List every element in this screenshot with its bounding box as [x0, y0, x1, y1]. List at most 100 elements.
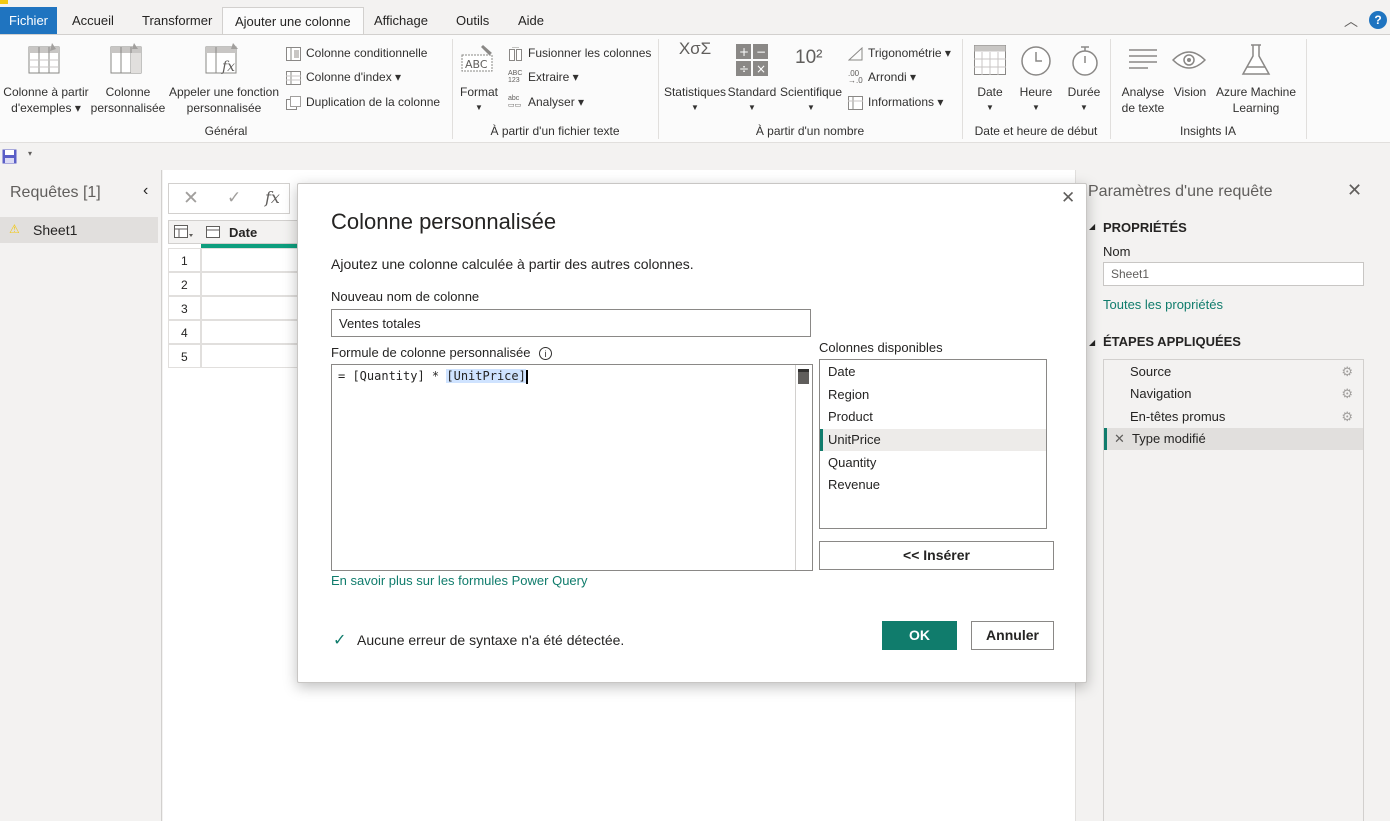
list-item[interactable]: Date — [828, 361, 855, 383]
duration-button[interactable]: Durée ▼ — [1062, 84, 1106, 116]
fx-icon[interactable]: fx — [265, 188, 280, 207]
row-number[interactable]: 4 — [168, 320, 201, 344]
customize-toolbar-icon[interactable]: ▾ — [28, 149, 32, 158]
queries-pane: Requêtes [1] ‹ ⚠ Sheet1 — [0, 170, 162, 821]
table-row[interactable] — [201, 344, 298, 368]
column-from-examples-icon — [28, 43, 62, 78]
tab-affichage[interactable]: Affichage — [362, 7, 440, 34]
list-item[interactable]: UnitPrice — [828, 429, 881, 451]
formula-label-row: Formule de colonne personnalisée i — [331, 345, 553, 360]
duration-dropdown-icon: ▼ — [1080, 103, 1088, 112]
time-button[interactable]: Heure ▼ — [1014, 84, 1058, 116]
conditional-column-button[interactable]: Colonne conditionnelle — [286, 42, 427, 64]
help-icon[interactable]: ? — [1369, 11, 1387, 29]
step-changed-type[interactable]: ✕ Type modifié — [1104, 428, 1363, 450]
table-menu-icon[interactable] — [174, 225, 194, 244]
collapse-ribbon-icon[interactable]: ︿ — [1344, 11, 1358, 31]
row-number[interactable]: 5 — [168, 344, 201, 368]
scientific-button[interactable]: Scientifique ▼ — [779, 84, 843, 116]
step-promoted-headers[interactable]: En-têtes promus ⚙ — [1105, 406, 1363, 428]
collapse-pane-icon[interactable]: ‹ — [143, 182, 148, 200]
format-button[interactable]: Format ▼ — [456, 84, 502, 116]
formula-scrollbar[interactable] — [795, 365, 812, 570]
query-settings-title: Paramètres d'une requête — [1088, 183, 1273, 200]
statistics-button[interactable]: Statistiques ▼ — [662, 84, 728, 116]
tab-accueil[interactable]: Accueil — [60, 7, 126, 34]
tab-fichier[interactable]: Fichier — [0, 7, 58, 34]
collapse-properties-icon[interactable]: ◢ — [1089, 222, 1095, 231]
cancel-button[interactable]: Annuler — [971, 621, 1054, 650]
parse-button[interactable]: abc ▭▭ Analyser ▾ — [508, 91, 584, 113]
step-source[interactable]: Source ⚙ — [1105, 361, 1363, 383]
collapse-steps-icon[interactable]: ◢ — [1089, 338, 1095, 347]
table-row[interactable] — [201, 248, 298, 272]
minimap-thumb[interactable] — [798, 369, 809, 384]
azure-ml-button[interactable]: Azure Machine Learning — [1212, 84, 1300, 116]
step-navigation[interactable]: Navigation ⚙ — [1105, 383, 1363, 405]
date-type-icon[interactable] — [206, 226, 221, 244]
svg-text:×: × — [756, 62, 766, 76]
info-icon[interactable]: i — [539, 347, 553, 360]
list-item[interactable]: Quantity — [828, 452, 876, 474]
rounding-button[interactable]: .00 →.0 Arrondi ▾ — [848, 66, 916, 88]
query-item-sheet1[interactable]: ⚠ Sheet1 — [0, 217, 158, 243]
formula-editor[interactable]: = [Quantity] * [UnitPrice] — [331, 364, 813, 571]
gear-icon[interactable]: ⚙ — [1341, 365, 1353, 379]
table-row[interactable] — [201, 272, 298, 296]
tab-ajouter-colonne[interactable]: Ajouter une colonne — [222, 7, 364, 35]
dialog-description: Ajoutez une colonne calculée à partir de… — [331, 256, 694, 272]
list-item[interactable]: Revenue — [828, 474, 880, 496]
date-button[interactable]: Date ▼ — [968, 84, 1012, 116]
learn-more-link[interactable]: En savoir plus sur les formules Power Qu… — [331, 573, 587, 588]
save-icon[interactable] — [2, 149, 17, 169]
invoke-function-label-2: personnalisée — [186, 101, 262, 115]
index-column-button[interactable]: Colonne d'index ▾ — [286, 66, 401, 88]
list-item[interactable]: Product — [828, 406, 873, 428]
insert-button[interactable]: << Insérer — [819, 541, 1054, 570]
gear-icon[interactable]: ⚙ — [1341, 387, 1353, 401]
standard-button[interactable]: Standard ▼ — [727, 84, 777, 116]
all-properties-link[interactable]: Toutes les propriétés — [1103, 297, 1223, 312]
row-number[interactable]: 1 — [168, 248, 201, 272]
vision-icon — [1171, 49, 1207, 74]
date-icon — [974, 45, 1006, 78]
invoke-function-button[interactable]: Appeler une fonction personnalisée — [166, 84, 282, 116]
svg-text:ABC: ABC — [465, 58, 488, 71]
merge-columns-button[interactable]: Fusionner les colonnes — [508, 42, 651, 64]
column-from-examples-button[interactable]: Colonne à partir d'exemples ▾ — [2, 84, 90, 116]
close-pane-icon[interactable]: ✕ — [1347, 180, 1362, 201]
duplicate-column-button[interactable]: Duplication de la colonne — [286, 91, 440, 113]
index-column-icon — [286, 70, 301, 85]
tab-outils[interactable]: Outils — [444, 7, 501, 34]
commit-formula-icon[interactable]: ✓ — [227, 188, 241, 208]
query-name-input[interactable] — [1103, 262, 1364, 286]
column-header-date[interactable]: Date — [229, 225, 257, 240]
custom-column-button[interactable]: Colonne personnalisée — [90, 84, 166, 116]
close-dialog-icon[interactable]: ✕ — [1061, 188, 1075, 208]
scientific-icon: 10² — [795, 47, 823, 68]
svg-text:fx: fx — [221, 59, 235, 75]
information-button[interactable]: Informations ▾ — [848, 91, 943, 113]
cancel-formula-icon[interactable]: ✕ — [183, 187, 199, 210]
formula-selected-token: [UnitPrice] — [446, 369, 526, 383]
column-name-input[interactable] — [331, 309, 811, 337]
text-analytics-button[interactable]: Analyse de texte — [1118, 84, 1168, 116]
scientific-dropdown-icon: ▼ — [807, 103, 815, 112]
column-name-label: Nouveau nom de colonne — [331, 289, 480, 304]
extract-button[interactable]: ABC 123 Extraire ▾ — [508, 66, 579, 88]
ok-button[interactable]: OK — [882, 621, 957, 650]
invoke-function-icon: fx — [205, 43, 241, 78]
step-label: Type modifié — [1132, 431, 1206, 446]
tab-transformer[interactable]: Transformer — [130, 7, 224, 34]
formula-text: = [Quantity] * [UnitPrice] — [338, 369, 528, 384]
table-row[interactable] — [201, 320, 298, 344]
tab-aide[interactable]: Aide — [506, 7, 556, 34]
gear-icon[interactable]: ⚙ — [1341, 410, 1353, 424]
row-number[interactable]: 2 — [168, 272, 201, 296]
row-number[interactable]: 3 — [168, 296, 201, 320]
table-row[interactable] — [201, 296, 298, 320]
vision-button[interactable]: Vision — [1168, 84, 1212, 100]
delete-step-icon[interactable]: ✕ — [1114, 428, 1125, 450]
trigonometry-button[interactable]: Trigonométrie ▾ — [847, 42, 951, 64]
list-item[interactable]: Region — [828, 384, 869, 406]
